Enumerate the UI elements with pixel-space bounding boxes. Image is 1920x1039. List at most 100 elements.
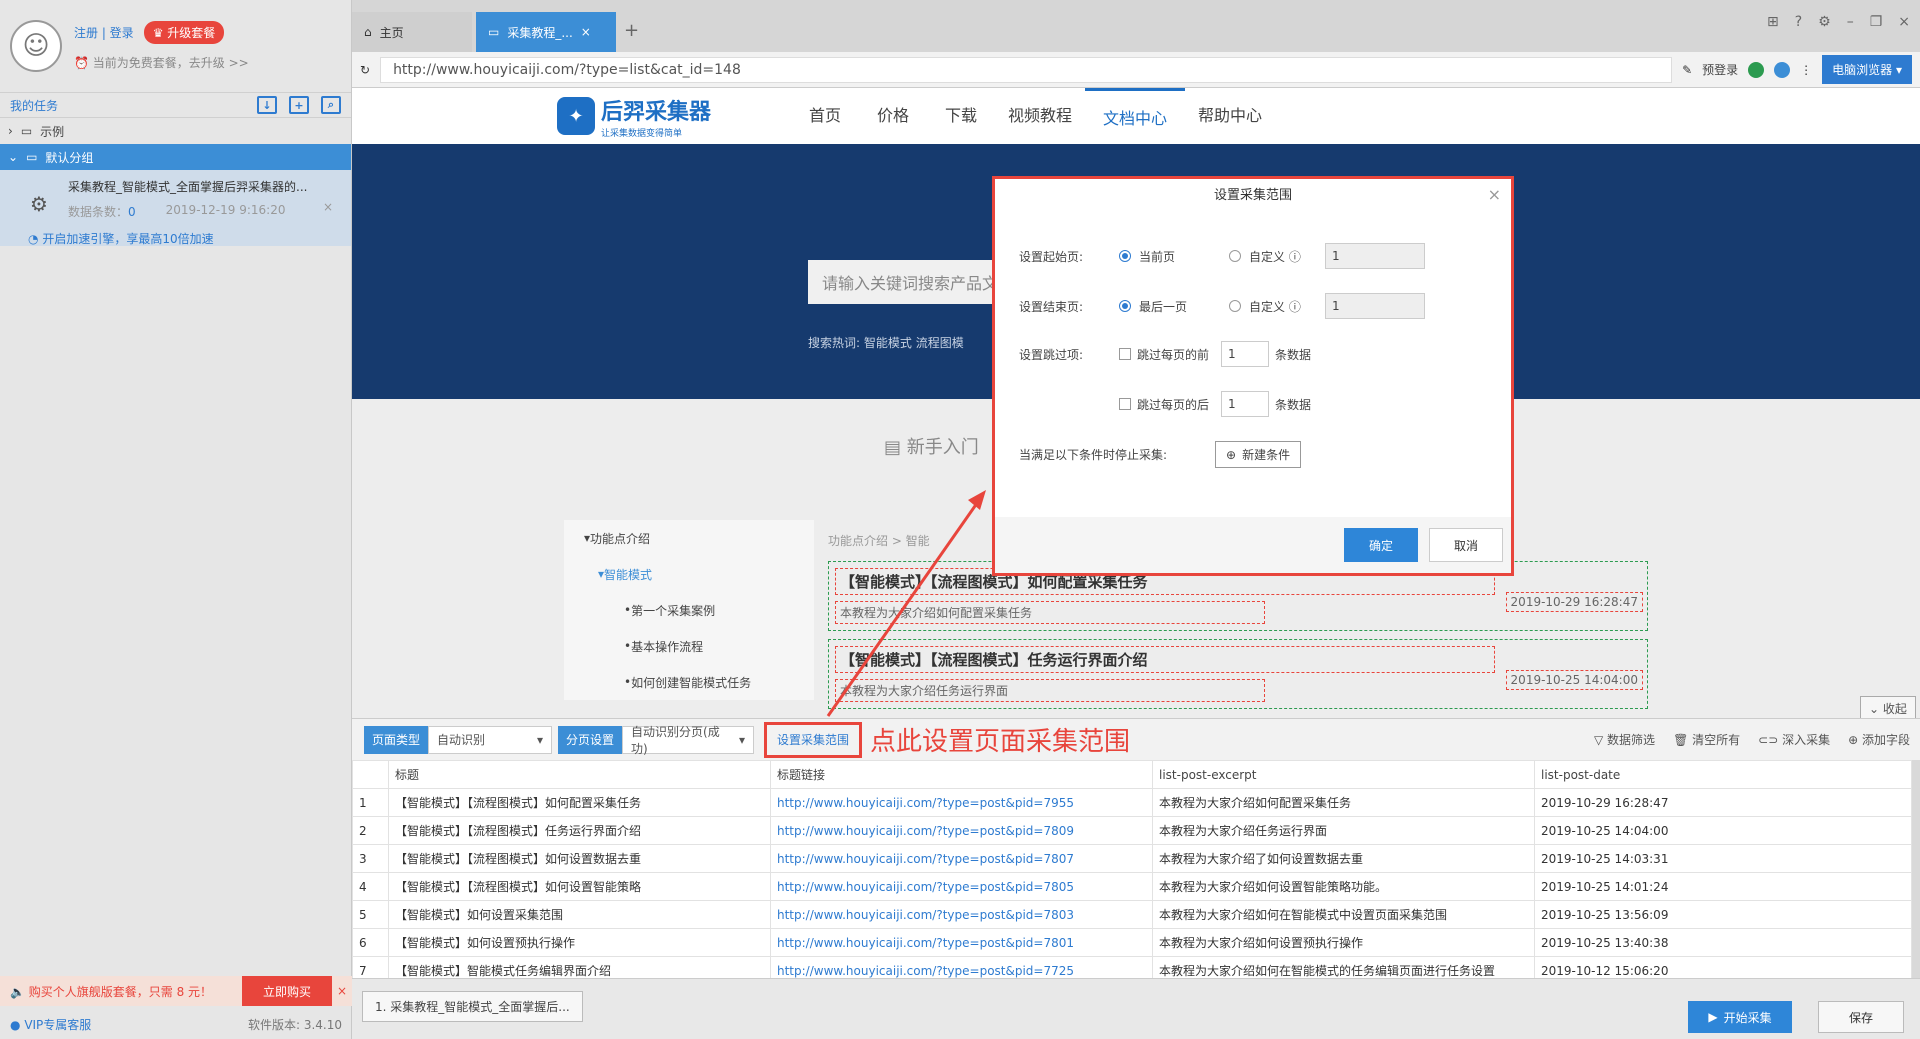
table-cell: 2019-10-25 13:56:09 [1534, 900, 1912, 929]
task-count[interactable]: 0 [128, 205, 136, 219]
gear-icon[interactable]: ⚙ [1818, 14, 1831, 30]
start-collect-button[interactable]: ▶ 开始采集 [1688, 1001, 1792, 1033]
table-cell[interactable]: http://www.houyicaiji.com/?type=post&pid… [770, 928, 1153, 957]
column-header-title[interactable]: 标题 [388, 760, 771, 789]
more-icon[interactable]: ⋮ [1800, 63, 1812, 77]
table-row[interactable]: 7 【智能模式】智能模式任务编辑界面介绍 http://www.houyicaiji… [352, 956, 1912, 978]
close-icon[interactable]: × [1488, 185, 1501, 204]
menu-basic-flow[interactable]: • 基本操作流程 [564, 628, 814, 664]
paging-select[interactable]: 自动识别分页(成功) ▾ [622, 725, 755, 756]
save-button[interactable]: 保存 [1818, 1001, 1904, 1033]
stop-condition-row: 当满足以下条件时停止采集: ⊕ 新建条件 [1019, 441, 1302, 468]
start-page-input[interactable]: 1 [1325, 243, 1425, 269]
dialog-footer: 确定 取消 [995, 517, 1511, 573]
table-cell[interactable]: http://www.houyicaiji.com/?type=post&pid… [770, 844, 1153, 873]
vip-support-link[interactable]: ● VIP专属客服 [10, 1016, 91, 1033]
site-logo[interactable]: ✦ 后羿采集器 让采集数据变得简单 [557, 94, 711, 139]
skip-front-checkbox[interactable]: 跳过每页的前 [1119, 346, 1221, 363]
close-icon[interactable]: × [332, 984, 352, 998]
new-condition-button[interactable]: ⊕ 新建条件 [1215, 441, 1302, 468]
skip-front-row: 设置跳过项: 跳过每页的前 1 条数据 [1019, 341, 1311, 367]
menu-first-case[interactable]: • 第一个采集案例 [564, 592, 814, 628]
start-custom-radio[interactable]: 自定义 ⓘ [1229, 248, 1325, 265]
column-header-excerpt[interactable]: list-post-excerpt [1152, 760, 1535, 789]
table-cell: 【智能模式】如何设置采集范围 [388, 900, 771, 929]
help-icon: ⓘ [1288, 249, 1301, 264]
menu-create-task[interactable]: • 如何创建智能模式任务 [564, 664, 814, 700]
menu-smart-mode[interactable]: ▾ 智能模式 [564, 556, 814, 592]
skip-back-checkbox[interactable]: 跳过每页的后 [1119, 396, 1221, 413]
clear-all-button[interactable]: 🗑 清空所有 [1673, 731, 1740, 748]
speed-engine-link[interactable]: 开启加速引擎，享最高10倍加速 [42, 232, 213, 246]
gift-icon[interactable]: ⊞ [1767, 14, 1779, 30]
table-cell: 2019-10-25 14:04:00 [1534, 816, 1912, 845]
close-icon[interactable]: × [581, 25, 591, 39]
table-row[interactable]: 1 【智能模式】【流程图模式】如何配置采集任务 http://www.houyica… [352, 788, 1912, 817]
nav-docs[interactable]: 文档中心 [1085, 88, 1186, 144]
end-custom-radio[interactable]: 自定义 ⓘ [1229, 298, 1325, 315]
maximize-icon[interactable]: ❐ [1870, 14, 1883, 30]
plan-note[interactable]: 当前为免费套餐，去升级 >> [93, 56, 249, 70]
plus-circle-icon: ⊕ [1226, 447, 1237, 462]
buy-now-button[interactable]: 立即购买 [242, 976, 332, 1006]
table-row[interactable]: 3 【智能模式】【流程图模式】如何设置数据去重 http://www.houyica… [352, 844, 1912, 873]
start-current-radio[interactable]: 当前页 [1119, 248, 1229, 265]
group-default[interactable]: ⌄ ▭ 默认分组 [0, 144, 351, 170]
column-header-link[interactable]: 标题链接 [770, 760, 1153, 789]
deep-collect-button[interactable]: ⊂⊃ 深入采集 [1758, 731, 1830, 748]
page-type-select[interactable]: 自动识别 ▾ [428, 725, 553, 754]
new-task-icon[interactable]: + [289, 96, 309, 114]
set-range-link[interactable]: 设置采集范围 [764, 721, 863, 758]
nav-video[interactable]: 视频教程 [995, 88, 1085, 144]
table-row[interactable]: 6 【智能模式】如何设置预执行操作 http://www.houyicaiji.co… [352, 928, 1912, 957]
search-task-icon[interactable]: ⌕ [321, 96, 341, 114]
table-row[interactable]: 2 【智能模式】【流程图模式】任务运行界面介绍 http://www.houyica… [352, 816, 1912, 845]
nav-price[interactable]: 价格 [859, 88, 927, 144]
table-cell[interactable]: http://www.houyicaiji.com/?type=post&pid… [770, 788, 1153, 817]
minimize-icon[interactable]: – [1847, 14, 1854, 30]
tab-home[interactable]: ⌂ 主页 [352, 12, 472, 52]
refresh-icon[interactable]: ↻ [360, 63, 370, 77]
task-item[interactable]: ⚙ 采集教程_智能模式_全面掌握后羿采集器的... 数据条数：0 2019-12… [0, 170, 351, 246]
avatar[interactable]: ☺ [10, 20, 62, 72]
close-window-icon[interactable]: × [1898, 14, 1910, 30]
skip-back-input[interactable]: 1 [1221, 391, 1269, 417]
list-item[interactable]: 【智能模式】【流程图模式】任务运行界面介绍 本教程为大家介绍任务运行界面 201… [828, 639, 1648, 709]
home-icon: ⌂ [364, 25, 372, 39]
status-blue-icon[interactable] [1774, 61, 1791, 78]
register-login-link[interactable]: 注册 | 登录 [74, 24, 134, 41]
close-icon[interactable]: × [323, 200, 333, 214]
table-cell[interactable]: http://www.houyicaiji.com/?type=post&pid… [770, 956, 1153, 978]
nav-help[interactable]: 帮助中心 [1185, 88, 1275, 144]
help-icon[interactable]: ? [1795, 14, 1802, 30]
end-page-input[interactable]: 1 [1325, 293, 1425, 319]
skip-front-input[interactable]: 1 [1221, 341, 1269, 367]
status-green-icon[interactable] [1748, 61, 1765, 78]
hot-words[interactable]: 智能模式 流程图模 [864, 336, 964, 350]
edit-icon[interactable]: ✎ [1682, 63, 1692, 77]
table-row[interactable]: 4 【智能模式】【流程图模式】如何设置智能策略 http://www.houyica… [352, 872, 1912, 901]
browser-mode-button[interactable]: 电脑浏览器 ▾ [1822, 55, 1912, 84]
end-last-radio[interactable]: 最后一页 [1119, 298, 1229, 315]
menu-features[interactable]: ▾ 功能点介绍 [564, 520, 814, 556]
table-cell[interactable]: http://www.houyicaiji.com/?type=post&pid… [770, 900, 1153, 929]
confirm-button[interactable]: 确定 [1344, 528, 1418, 562]
task-run-tab[interactable]: 1. 采集教程_智能模式_全面掌握后... [362, 991, 583, 1022]
upgrade-button[interactable]: ♛ 升级套餐 [143, 21, 225, 44]
skip-back-row: 跳过每页的后 1 条数据 [1019, 391, 1311, 417]
prelogin-button[interactable]: 预登录 [1702, 61, 1738, 78]
table-cell[interactable]: http://www.houyicaiji.com/?type=post&pid… [770, 872, 1153, 901]
table-row[interactable]: 5 【智能模式】如何设置采集范围 http://www.houyicaiji.com… [352, 900, 1912, 929]
filter-button[interactable]: ▽ 数据筛选 [1594, 731, 1655, 748]
column-header-date[interactable]: list-post-date [1534, 760, 1912, 789]
nav-download[interactable]: 下载 [927, 88, 995, 144]
url-input[interactable]: http://www.houyicaiji.com/?type=list&cat… [380, 56, 1673, 83]
table-cell[interactable]: http://www.houyicaiji.com/?type=post&pid… [770, 816, 1153, 845]
group-example[interactable]: › ▭ 示例 [0, 118, 351, 144]
import-task-icon[interactable]: ↓ [257, 96, 277, 114]
cancel-button[interactable]: 取消 [1429, 528, 1503, 562]
new-tab-button[interactable]: + [624, 20, 639, 41]
add-field-button[interactable]: ⊕ 添加字段 [1848, 731, 1910, 748]
tab-tutorial[interactable]: ▭ 采集教程_... × [476, 12, 616, 52]
nav-home[interactable]: 首页 [791, 88, 859, 144]
